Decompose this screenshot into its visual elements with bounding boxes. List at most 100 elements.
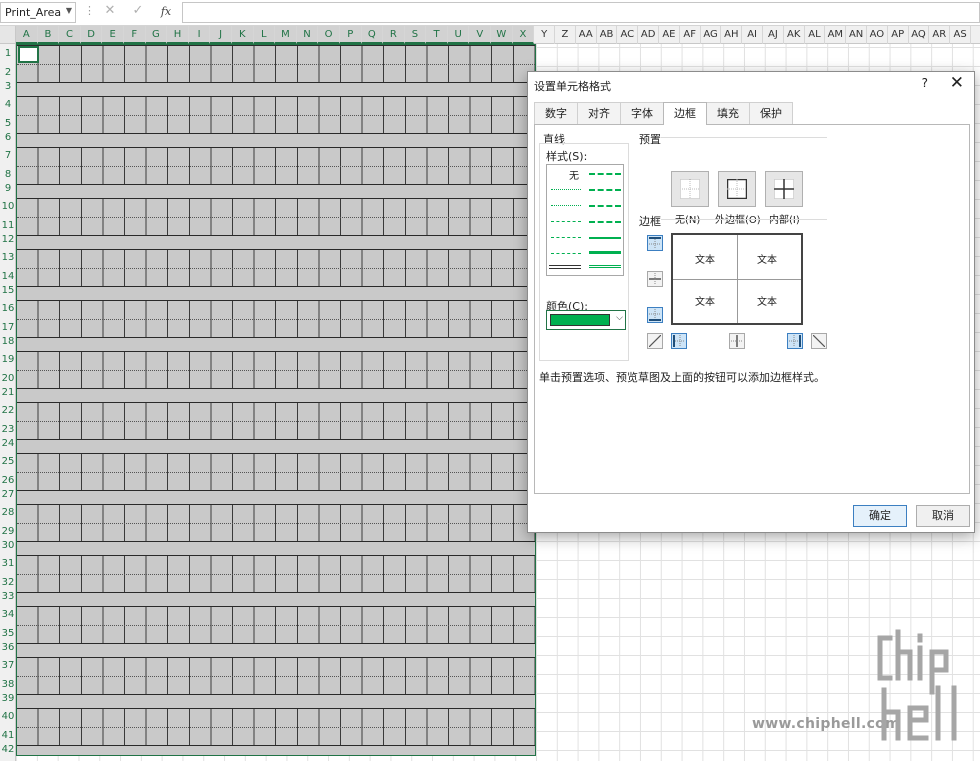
column-header[interactable]: AM bbox=[825, 26, 847, 44]
line-style-option[interactable] bbox=[589, 173, 621, 175]
column-header[interactable]: AQ bbox=[909, 26, 930, 44]
row-header[interactable]: 7 bbox=[0, 150, 16, 161]
column-header[interactable]: L bbox=[253, 26, 276, 44]
column-header[interactable]: AK bbox=[784, 26, 805, 44]
column-header[interactable]: E bbox=[102, 26, 124, 44]
chevron-down-icon[interactable]: ⌵ bbox=[616, 313, 623, 323]
bordered-row-band[interactable] bbox=[17, 708, 535, 746]
column-header[interactable]: J bbox=[210, 26, 232, 44]
row-header[interactable]: 16 bbox=[0, 303, 16, 314]
tab-font[interactable]: 字体 bbox=[620, 102, 664, 124]
column-header[interactable]: M bbox=[275, 26, 297, 44]
row-header[interactable]: 37 bbox=[0, 660, 16, 671]
row-header[interactable]: 6 bbox=[0, 132, 16, 143]
check-icon[interactable]: ✓ bbox=[128, 3, 148, 22]
row-header[interactable]: 15 bbox=[0, 285, 16, 296]
bordered-row-band[interactable] bbox=[17, 351, 535, 389]
column-header[interactable]: AL bbox=[805, 26, 826, 44]
ok-button[interactable]: 确定 bbox=[853, 505, 907, 527]
row-header[interactable]: 41 bbox=[0, 730, 16, 741]
preset-outline-button[interactable] bbox=[718, 171, 756, 207]
column-header[interactable]: AD bbox=[638, 26, 660, 44]
border-bottom-button[interactable] bbox=[647, 307, 663, 323]
bordered-row-band[interactable] bbox=[17, 402, 535, 440]
row-header[interactable]: 29 bbox=[0, 526, 16, 537]
border-left-button[interactable] bbox=[671, 333, 687, 349]
column-header[interactable]: G bbox=[145, 26, 168, 44]
column-header[interactable]: AJ bbox=[763, 26, 784, 44]
bordered-row-band[interactable] bbox=[17, 198, 535, 236]
name-box[interactable]: Print_Area ▼ bbox=[0, 2, 76, 23]
border-diagonal-down-button[interactable] bbox=[811, 333, 827, 349]
column-header[interactable]: F bbox=[123, 26, 146, 44]
tab-number[interactable]: 数字 bbox=[534, 102, 578, 124]
column-header[interactable]: A bbox=[16, 26, 38, 44]
row-header[interactable]: 8 bbox=[0, 169, 16, 180]
column-header[interactable]: S bbox=[404, 26, 427, 44]
row-header[interactable]: 11 bbox=[0, 220, 16, 231]
line-style-option[interactable] bbox=[551, 253, 581, 254]
column-header[interactable]: AA bbox=[576, 26, 597, 44]
print-area-selection[interactable] bbox=[16, 44, 536, 756]
column-header[interactable]: AP bbox=[888, 26, 909, 44]
active-cell[interactable] bbox=[18, 46, 39, 63]
help-button[interactable]: ? bbox=[922, 76, 928, 90]
tab-fill[interactable]: 填充 bbox=[706, 102, 750, 124]
row-header[interactable]: 3 bbox=[0, 81, 16, 92]
preset-inside-button[interactable] bbox=[765, 171, 803, 207]
border-diagonal-up-button[interactable] bbox=[647, 333, 663, 349]
row-header[interactable]: 2 bbox=[0, 67, 16, 78]
bordered-row-band[interactable] bbox=[17, 45, 535, 83]
row-header[interactable]: 40 bbox=[0, 711, 16, 722]
column-header[interactable]: D bbox=[80, 26, 103, 44]
row-header[interactable]: 17 bbox=[0, 322, 16, 333]
row-header[interactable]: 34 bbox=[0, 609, 16, 620]
bordered-row-band[interactable] bbox=[17, 657, 535, 695]
border-preview[interactable]: 文本 文本 文本 文本 bbox=[671, 233, 803, 325]
bordered-row-band[interactable] bbox=[17, 249, 535, 287]
column-header[interactable]: U bbox=[447, 26, 470, 44]
column-header[interactable]: AO bbox=[867, 26, 888, 44]
cancel-icon[interactable]: ✕ bbox=[100, 3, 120, 22]
column-header[interactable]: AC bbox=[617, 26, 639, 44]
row-header[interactable]: 26 bbox=[0, 475, 16, 486]
column-header[interactable]: Z bbox=[555, 26, 576, 44]
bordered-row-band[interactable] bbox=[17, 504, 535, 542]
line-style-option[interactable] bbox=[551, 221, 581, 222]
row-header[interactable]: 27 bbox=[0, 489, 16, 500]
line-style-option[interactable] bbox=[589, 265, 621, 268]
column-header[interactable]: I bbox=[188, 26, 211, 44]
tab-protection[interactable]: 保护 bbox=[749, 102, 793, 124]
column-header[interactable]: H bbox=[167, 26, 189, 44]
column-header[interactable]: Y bbox=[534, 26, 556, 44]
column-header[interactable]: AG bbox=[701, 26, 722, 44]
line-color-picker[interactable]: ⌵ bbox=[546, 310, 626, 330]
row-header[interactable]: 36 bbox=[0, 642, 16, 653]
column-header[interactable]: B bbox=[37, 26, 60, 44]
column-header[interactable]: T bbox=[426, 26, 448, 44]
line-style-option[interactable] bbox=[589, 221, 621, 223]
row-header[interactable]: 33 bbox=[0, 591, 16, 602]
line-style-option[interactable] bbox=[551, 189, 581, 190]
column-header[interactable]: AF bbox=[680, 26, 701, 44]
line-style-option[interactable] bbox=[551, 237, 581, 238]
line-style-option[interactable] bbox=[589, 205, 621, 207]
row-header[interactable]: 35 bbox=[0, 628, 16, 639]
row-header[interactable]: 31 bbox=[0, 558, 16, 569]
row-header[interactable]: 20 bbox=[0, 373, 16, 384]
line-style-list[interactable]: 无 bbox=[546, 164, 624, 276]
row-header[interactable]: 5 bbox=[0, 118, 16, 129]
line-style-option[interactable] bbox=[589, 237, 621, 239]
row-header[interactable]: 12 bbox=[0, 234, 16, 245]
row-header[interactable]: 25 bbox=[0, 456, 16, 467]
line-style-option[interactable] bbox=[589, 251, 621, 254]
border-inside-horizontal-button[interactable] bbox=[647, 271, 663, 287]
bordered-row-band[interactable] bbox=[17, 555, 535, 593]
bordered-row-band[interactable] bbox=[17, 300, 535, 338]
row-header[interactable]: 22 bbox=[0, 405, 16, 416]
column-header[interactable]: AN bbox=[846, 26, 867, 44]
column-header[interactable]: N bbox=[296, 26, 319, 44]
border-top-button[interactable] bbox=[647, 235, 663, 251]
line-style-none[interactable]: 无 bbox=[569, 167, 579, 182]
column-header[interactable]: AR bbox=[929, 26, 951, 44]
